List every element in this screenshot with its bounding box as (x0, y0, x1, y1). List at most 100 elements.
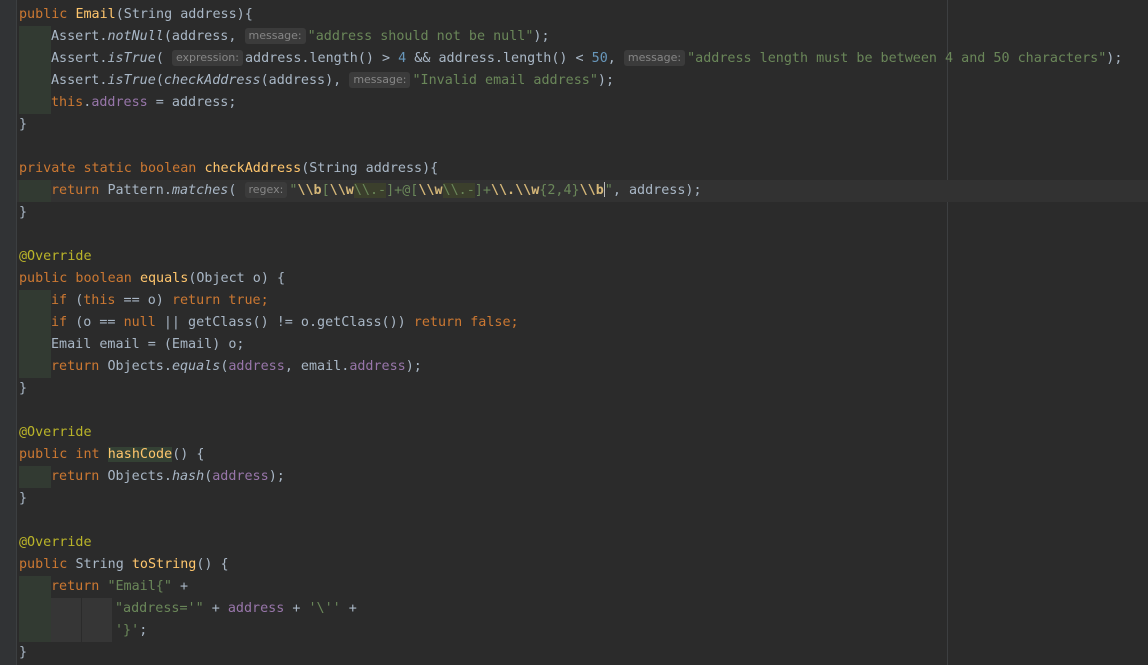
regex-bracket: [ (321, 183, 330, 198)
code-line[interactable]: Assert.notNull(address, message: "address… (51, 26, 550, 48)
parameter-hint: expression: (171, 50, 243, 66)
code-text: ); (1106, 51, 1123, 66)
code-line[interactable]: Email email = (Email) o; (51, 334, 244, 356)
code-line[interactable]: public Email(String address){ (19, 4, 253, 26)
code-line[interactable]: @Override (19, 532, 92, 554)
code-line[interactable]: } (19, 114, 27, 136)
keyword: return true (171, 293, 261, 308)
keyword: return (51, 579, 108, 594)
keyword: public boolean (19, 271, 140, 286)
keyword: return (51, 183, 108, 198)
code-text: address.length() > (244, 51, 399, 66)
parameter-hint: regex: (244, 182, 288, 198)
code-line[interactable]: private static boolean checkAddress(Stri… (19, 158, 438, 180)
regex-escape: \\w (418, 183, 443, 198)
code-text: ( (155, 73, 164, 88)
method-name[interactable]: hashCode (107, 447, 173, 462)
method-name[interactable]: checkAddress (204, 161, 301, 176)
code-line[interactable]: } (19, 488, 27, 510)
indent-guide (19, 290, 51, 378)
indent-guide (19, 576, 51, 642)
keyword: public (19, 7, 76, 22)
annotation[interactable]: @Override (19, 249, 92, 264)
code-text: ); (597, 73, 615, 88)
code-line[interactable]: return Objects.equals(address, email.add… (51, 356, 422, 378)
method-call[interactable]: matches (172, 183, 228, 198)
code-text: (o == (75, 315, 124, 330)
method-call[interactable]: isTrue (107, 73, 155, 88)
method-call[interactable]: equals (172, 359, 220, 374)
code-line[interactable]: if (o == null || getClass() != o.getClas… (51, 312, 519, 334)
method-call[interactable]: hash (172, 469, 204, 484)
indent-guide (51, 598, 81, 642)
string-quote: " (604, 183, 613, 198)
field-reference[interactable]: address (212, 469, 268, 484)
field-reference[interactable]: address (228, 359, 284, 374)
code-line[interactable]: } (19, 202, 27, 224)
regex-escape: \\.\\w (490, 183, 540, 198)
field-reference[interactable]: address (228, 601, 284, 616)
code-text: , email. (284, 359, 350, 374)
field-reference[interactable]: address (349, 359, 405, 374)
code-text: (Object o) { (188, 271, 286, 286)
code-line[interactable]: @Override (19, 422, 92, 444)
keyword: if (51, 315, 76, 330)
code-text: ); (533, 29, 550, 44)
code-line[interactable]: Assert.isTrue(checkAddress(address), mes… (51, 70, 614, 92)
keyword: this (83, 293, 116, 308)
code-text: Pattern. (107, 183, 172, 198)
code-text: () { (172, 447, 205, 462)
keyword: public int (19, 447, 108, 462)
keyword: return (51, 359, 108, 374)
code-line[interactable]: return Objects.hash(address); (51, 466, 285, 488)
code-text: () { (196, 557, 229, 572)
code-line[interactable]: @Override (19, 246, 92, 268)
code-text: ( (228, 183, 245, 198)
code-line[interactable]: } (19, 378, 27, 400)
method-name[interactable]: toString (132, 557, 197, 572)
gutter-separator (16, 0, 17, 665)
method-name[interactable]: Email (75, 7, 115, 22)
string-literal: "address should not be null" (307, 29, 534, 44)
code-text: + (340, 601, 357, 616)
code-editor[interactable]: public Email(String address){ Assert.not… (0, 0, 1148, 665)
field-reference[interactable]: address (91, 95, 147, 110)
keyword: private static boolean (19, 161, 205, 176)
method-call[interactable]: checkAddress (164, 73, 261, 88)
keyword: this (51, 95, 84, 110)
editor-gutter[interactable] (0, 0, 16, 665)
code-text: Assert. (51, 29, 108, 44)
code-text: ); (405, 359, 422, 374)
method-name[interactable]: equals (140, 271, 188, 286)
regex-quantifier: {2,4} (539, 183, 580, 198)
annotation[interactable]: @Override (19, 535, 92, 550)
code-text: Objects. (107, 359, 172, 374)
code-text: (String address){ (301, 161, 439, 176)
parameter-hint: message: (349, 72, 411, 88)
parameter-hint: message: (623, 50, 686, 66)
code-line[interactable]: return "Email{" + (51, 576, 188, 598)
method-call[interactable]: notNull (107, 29, 163, 44)
regex-escape: \\b (579, 183, 604, 198)
indent-guide (19, 466, 51, 488)
code-line[interactable]: public String toString() { (19, 554, 229, 576)
string-literal: "Email{" (107, 579, 172, 594)
code-text: , address); (612, 183, 702, 198)
code-text: (address, (163, 29, 245, 44)
number-literal: 50 (591, 51, 608, 66)
string-literal: '}' (115, 623, 140, 638)
code-line-current[interactable]: return Pattern.matches( regex: "\\b [ \\w \\… (51, 180, 702, 202)
code-line[interactable]: '}'; (115, 620, 147, 642)
code-line[interactable]: public boolean equals(Object o) { (19, 268, 285, 290)
code-line[interactable]: } (19, 642, 27, 664)
code-line[interactable]: if (this == o) return true; (51, 290, 269, 312)
code-line[interactable]: "address='" + address + '\'' + (115, 598, 357, 620)
code-line[interactable]: public int hashCode() { (19, 444, 204, 466)
type-name: String (75, 557, 132, 572)
code-line[interactable]: this.address = address; (51, 92, 236, 114)
string-literal: "address length must be between 4 and 50… (687, 51, 1107, 66)
annotation[interactable]: @Override (19, 425, 92, 440)
closing-brace: } (19, 645, 28, 660)
method-call[interactable]: isTrue (107, 51, 155, 66)
code-line[interactable]: Assert.isTrue( expression: address.length… (51, 48, 1122, 70)
